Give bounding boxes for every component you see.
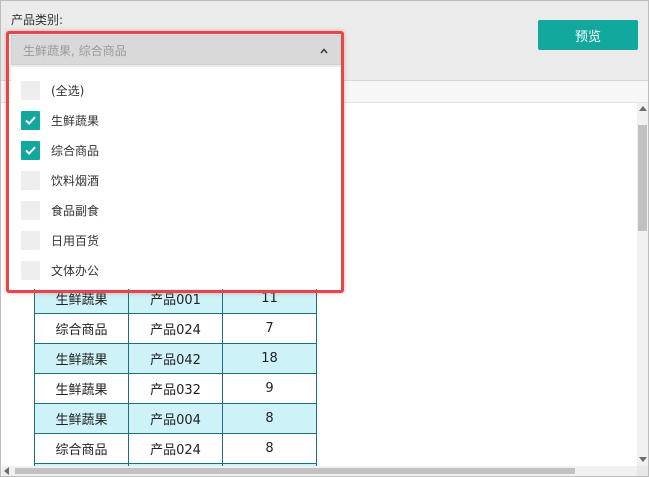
category-cell: 生鲜蔬果	[34, 403, 129, 434]
horizontal-scrollbar[interactable]	[1, 466, 637, 476]
preview-button[interactable]: 预览	[538, 20, 638, 50]
option-food-groceries[interactable]: 食品副食	[11, 195, 341, 225]
category-cell: 生鲜蔬果	[34, 343, 129, 374]
option-label: 饮料烟酒	[51, 173, 100, 188]
option-checkbox[interactable]	[21, 230, 40, 250]
option-select-all[interactable]: (全选)	[11, 75, 341, 105]
option-checkbox[interactable]	[21, 260, 40, 280]
quantity-cell: 9	[222, 373, 317, 404]
table-row: 生鲜蔬果 产品032 9	[34, 373, 317, 404]
quantity-cell: 8	[222, 403, 317, 434]
scrollbar-corner	[637, 466, 648, 476]
option-checkbox-checked[interactable]	[21, 110, 40, 130]
option-general-goods[interactable]: 综合商品	[11, 135, 341, 165]
table-row: 综合商品 产品024 8	[34, 433, 317, 464]
option-checkbox-checked[interactable]	[21, 140, 40, 160]
option-label: 食品副食	[51, 203, 100, 218]
category-select-value: 生鲜蔬果, 综合商品	[23, 43, 127, 58]
vertical-scrollbar[interactable]	[637, 103, 648, 466]
table-row: 综合商品 产品024 7	[34, 313, 317, 344]
checkmark-icon	[25, 146, 36, 155]
product-cell: 产品042	[128, 343, 223, 374]
product-cell: 产品032	[128, 373, 223, 404]
vertical-scroll-thumb[interactable]	[638, 125, 647, 231]
option-checkbox[interactable]	[21, 170, 40, 190]
product-cell: 产品024	[128, 313, 223, 344]
option-beverages-tobacco[interactable]: 饮料烟酒	[11, 165, 341, 195]
option-label: 生鲜蔬果	[51, 113, 100, 128]
table-row: 生鲜蔬果 产品004 8	[34, 403, 317, 434]
option-fresh-produce[interactable]: 生鲜蔬果	[11, 105, 341, 135]
option-label: (全选)	[51, 83, 85, 98]
option-label: 文体办公	[51, 263, 100, 278]
category-options-list: (全选) 生鲜蔬果 综合商品 饮料烟酒 食品副食 日用百货 文体办公	[11, 67, 341, 289]
option-checkbox[interactable]	[21, 80, 40, 100]
category-filter-label: 产品类别:	[11, 13, 64, 27]
product-cell: 产品004	[128, 403, 223, 434]
option-stationery-office[interactable]: 文体办公	[11, 255, 341, 285]
checkmark-icon	[25, 116, 36, 125]
option-label: 综合商品	[51, 143, 100, 158]
option-label: 日用百货	[51, 233, 100, 248]
chevron-up-icon	[320, 48, 328, 54]
option-daily-goods[interactable]: 日用百货	[11, 225, 341, 255]
category-cell: 综合商品	[34, 313, 129, 344]
scroll-down-arrow-icon[interactable]	[639, 457, 647, 462]
option-checkbox[interactable]	[21, 200, 40, 220]
table-row: 生鲜蔬果 产品042 18	[34, 343, 317, 374]
quantity-cell: 7	[222, 313, 317, 344]
product-cell: 产品024	[128, 433, 223, 464]
category-cell: 综合商品	[34, 433, 129, 464]
scroll-left-arrow-icon[interactable]	[4, 467, 9, 475]
category-select[interactable]: 生鲜蔬果, 综合商品	[11, 35, 341, 65]
quantity-cell: 8	[222, 433, 317, 464]
report-viewer: 产品类别: 预览 生鲜蔬果 产品001 11 综合商品 产品024 7 生鲜蔬果 产品042 1…	[0, 0, 649, 477]
scroll-up-arrow-icon[interactable]	[639, 106, 647, 111]
quantity-cell: 18	[222, 343, 317, 374]
category-cell: 生鲜蔬果	[34, 373, 129, 404]
horizontal-scroll-thumb[interactable]	[15, 468, 575, 474]
